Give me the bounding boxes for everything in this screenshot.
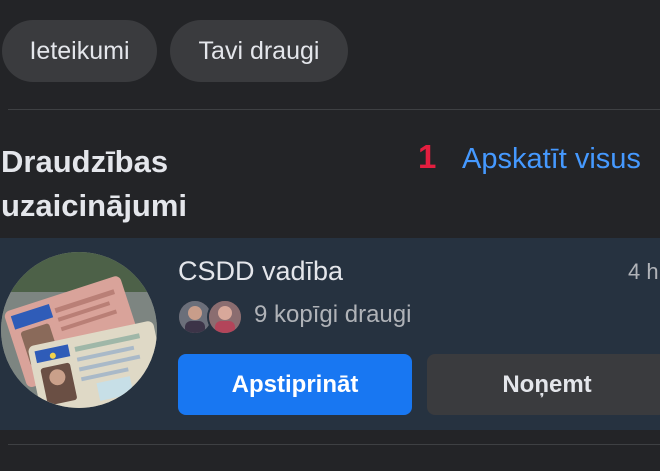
friend-request-card[interactable]: CSDD vadība 4 h 9 kopīgi draugi Apstipri… xyxy=(0,238,660,430)
request-count-badge: 1 xyxy=(418,138,437,175)
section-title: Draudzības uzaicinājumi xyxy=(1,140,301,228)
avatar[interactable] xyxy=(1,252,157,408)
mutual-friend-avatar xyxy=(207,299,243,335)
section-title-line-1: Draudzības xyxy=(1,144,169,179)
tab-suggestions[interactable]: Ieteikumi xyxy=(2,20,157,82)
divider xyxy=(8,109,660,110)
section-title-line-2: uzaicinājumi xyxy=(1,188,188,223)
see-all-link[interactable]: Apskatīt visus xyxy=(462,143,641,176)
tab-your-friends[interactable]: Tavi draugi xyxy=(170,20,348,82)
mutual-friends-avatars[interactable] xyxy=(177,299,247,335)
remove-button[interactable]: Noņemt xyxy=(427,354,660,415)
divider xyxy=(8,444,660,445)
requester-name[interactable]: CSDD vadība xyxy=(178,256,343,287)
confirm-button[interactable]: Apstiprināt xyxy=(178,354,412,415)
request-time: 4 h xyxy=(628,259,659,284)
mutual-friends-count[interactable]: 9 kopīgi draugi xyxy=(254,301,411,329)
driving-license-photo xyxy=(1,252,157,408)
